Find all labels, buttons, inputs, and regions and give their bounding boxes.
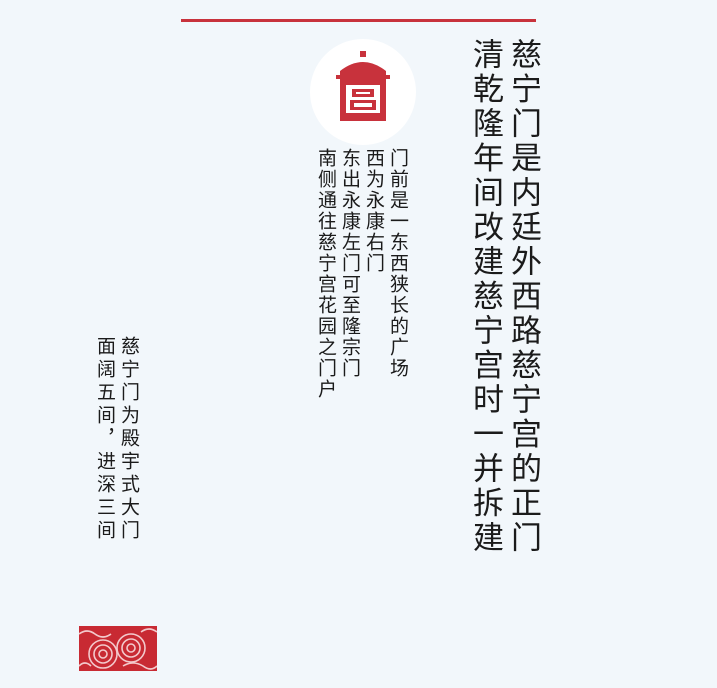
auspicious-cloud-icon xyxy=(79,628,157,670)
middle-text: 门前是一东西狭长的广场 西为永康右门 东出永康左门可至隆宗门 南侧通往慈宁宫花园… xyxy=(315,148,409,400)
palace-gate-icon xyxy=(336,51,390,121)
left-text: 慈宁门为殿宇式大门 面阔五间，进深三间 xyxy=(94,336,140,543)
top-rule xyxy=(181,19,536,22)
auspicious-cloud-stamp xyxy=(79,626,157,671)
main-text: 慈宁门是内廷外西路慈宁宫的正门 清乾隆年间改建慈宁宫时一并拆建 xyxy=(467,38,541,556)
palace-gate-emblem xyxy=(310,39,416,145)
